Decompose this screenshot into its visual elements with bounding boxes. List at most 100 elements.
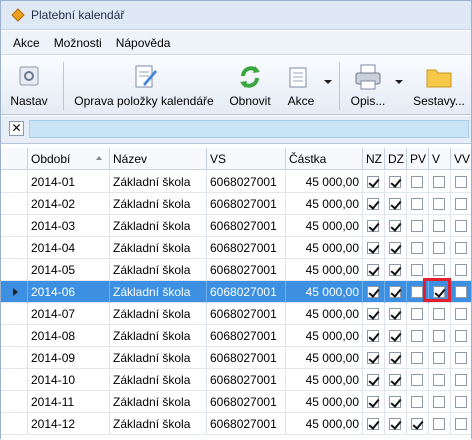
checkbox-vv[interactable] bbox=[455, 330, 467, 342]
cell-nazev[interactable]: Základní škola bbox=[110, 259, 207, 281]
col-header-nz[interactable]: NZ bbox=[363, 148, 385, 170]
checkbox-nz[interactable] bbox=[367, 418, 379, 430]
checkbox-nz[interactable] bbox=[367, 308, 379, 320]
col-header-vs[interactable]: VS bbox=[207, 148, 286, 170]
row-selector[interactable] bbox=[1, 369, 28, 391]
checkbox-vv[interactable] bbox=[455, 418, 467, 430]
cell-obdobi[interactable]: 2014-03 bbox=[28, 215, 110, 237]
opis-button[interactable]: Opis... bbox=[347, 60, 389, 112]
cell-vs[interactable]: 6068027001 bbox=[207, 259, 286, 281]
cell-castka[interactable]: 45 000,00 bbox=[286, 259, 363, 281]
sestavy-button[interactable]: Sestavy... bbox=[411, 60, 467, 112]
cell-castka[interactable]: 45 000,00 bbox=[286, 347, 363, 369]
checkbox-pv[interactable] bbox=[411, 374, 423, 386]
checkbox-pv[interactable] bbox=[411, 286, 423, 298]
cell-nazev[interactable]: Základní škola bbox=[110, 325, 207, 347]
table-row[interactable]: 2014-08 Základní škola 6068027001 45 000,00 bbox=[1, 325, 471, 347]
table-row[interactable]: 2014-01 Základní škola 6068027001 45 000,00 bbox=[1, 171, 471, 193]
cell-castka[interactable]: 45 000,00 bbox=[286, 369, 363, 391]
cell-vs[interactable]: 6068027001 bbox=[207, 347, 286, 369]
cell-nazev[interactable]: Základní škola bbox=[110, 413, 207, 435]
cell-vs[interactable]: 6068027001 bbox=[207, 281, 286, 303]
cell-nazev[interactable]: Základní škola bbox=[110, 215, 207, 237]
akce-dropdown-icon[interactable] bbox=[324, 80, 332, 84]
table-row[interactable]: 2014-02 Základní škola 6068027001 45 000,00 bbox=[1, 193, 471, 215]
cell-obdobi[interactable]: 2014-02 bbox=[28, 193, 110, 215]
col-header-vv[interactable]: VV bbox=[451, 148, 471, 170]
cell-vs[interactable]: 6068027001 bbox=[207, 171, 286, 193]
cell-nazev[interactable]: Základní škola bbox=[110, 237, 207, 259]
cell-castka[interactable]: 45 000,00 bbox=[286, 303, 363, 325]
cell-obdobi[interactable]: 2014-12 bbox=[28, 413, 110, 435]
checkbox-nz[interactable] bbox=[367, 286, 379, 298]
checkbox-v[interactable] bbox=[433, 198, 445, 210]
checkbox-dz[interactable] bbox=[389, 286, 401, 298]
table-row[interactable]: 2014-05 Základní škola 6068027001 45 000,00 bbox=[1, 259, 471, 281]
row-selector[interactable] bbox=[1, 237, 28, 259]
checkbox-nz[interactable] bbox=[367, 198, 379, 210]
checkbox-nz[interactable] bbox=[367, 220, 379, 232]
checkbox-v[interactable] bbox=[433, 220, 445, 232]
col-header-v[interactable]: V bbox=[429, 148, 451, 170]
checkbox-nz[interactable] bbox=[367, 264, 379, 276]
cell-vs[interactable]: 6068027001 bbox=[207, 325, 286, 347]
checkbox-nz[interactable] bbox=[367, 352, 379, 364]
checkbox-nz[interactable] bbox=[367, 176, 379, 188]
checkbox-pv[interactable] bbox=[411, 396, 423, 408]
opis-dropdown-icon[interactable] bbox=[395, 80, 403, 84]
menu-napoveda[interactable]: Nápověda bbox=[116, 36, 171, 50]
checkbox-pv[interactable] bbox=[411, 418, 423, 430]
table-row[interactable]: 2014-03 Základní škola 6068027001 45 000,00 bbox=[1, 215, 471, 237]
cell-nazev[interactable]: Základní škola bbox=[110, 303, 207, 325]
checkbox-dz[interactable] bbox=[389, 352, 401, 364]
col-header-castka[interactable]: Částka bbox=[286, 148, 363, 170]
cell-castka[interactable]: 45 000,00 bbox=[286, 237, 363, 259]
checkbox-v[interactable] bbox=[433, 330, 445, 342]
oprava-button[interactable]: Oprava položky kalendáře bbox=[73, 60, 215, 112]
checkbox-nz[interactable] bbox=[367, 374, 379, 386]
checkbox-pv[interactable] bbox=[411, 220, 423, 232]
checkbox-v[interactable] bbox=[433, 242, 445, 254]
checkbox-vv[interactable] bbox=[455, 374, 467, 386]
checkbox-vv[interactable] bbox=[455, 220, 467, 232]
checkbox-dz[interactable] bbox=[389, 396, 401, 408]
cell-vs[interactable]: 6068027001 bbox=[207, 369, 286, 391]
checkbox-pv[interactable] bbox=[411, 242, 423, 254]
cell-obdobi[interactable]: 2014-01 bbox=[28, 171, 110, 193]
checkbox-dz[interactable] bbox=[389, 374, 401, 386]
checkbox-nz[interactable] bbox=[367, 242, 379, 254]
cell-castka[interactable]: 45 000,00 bbox=[286, 281, 363, 303]
table-row[interactable]: 2014-11 Základní škola 6068027001 45 000,00 bbox=[1, 391, 471, 413]
checkbox-v[interactable] bbox=[433, 176, 445, 188]
row-selector[interactable] bbox=[1, 303, 28, 325]
cell-castka[interactable]: 45 000,00 bbox=[286, 325, 363, 347]
checkbox-pv[interactable] bbox=[411, 176, 423, 188]
cell-castka[interactable]: 45 000,00 bbox=[286, 215, 363, 237]
checkbox-vv[interactable] bbox=[455, 286, 467, 298]
checkbox-vv[interactable] bbox=[455, 308, 467, 320]
cell-nazev[interactable]: Základní škola bbox=[110, 369, 207, 391]
row-selector[interactable] bbox=[1, 391, 28, 413]
cell-obdobi[interactable]: 2014-05 bbox=[28, 259, 110, 281]
cell-vs[interactable]: 6068027001 bbox=[207, 303, 286, 325]
col-header-pv[interactable]: PV bbox=[407, 148, 429, 170]
checkbox-dz[interactable] bbox=[389, 330, 401, 342]
cell-nazev[interactable]: Základní škola bbox=[110, 281, 207, 303]
cell-nazev[interactable]: Základní škola bbox=[110, 171, 207, 193]
row-selector[interactable] bbox=[1, 215, 28, 237]
cell-vs[interactable]: 6068027001 bbox=[207, 391, 286, 413]
table-row[interactable]: 2014-07 Základní škola 6068027001 45 000,00 bbox=[1, 303, 471, 325]
cell-castka[interactable]: 45 000,00 bbox=[286, 413, 363, 435]
clear-filter-icon[interactable]: ✕ bbox=[9, 121, 24, 136]
table-row[interactable]: 2014-09 Základní škola 6068027001 45 000,00 bbox=[1, 347, 471, 369]
col-header-dz[interactable]: DZ bbox=[385, 148, 407, 170]
checkbox-pv[interactable] bbox=[411, 264, 423, 276]
checkbox-v[interactable] bbox=[433, 396, 445, 408]
checkbox-vv[interactable] bbox=[455, 352, 467, 364]
checkbox-pv[interactable] bbox=[411, 308, 423, 320]
checkbox-vv[interactable] bbox=[455, 198, 467, 210]
cell-nazev[interactable]: Základní škola bbox=[110, 391, 207, 413]
table-row[interactable]: 2014-06 Základní škola 6068027001 45 000,00 bbox=[1, 281, 471, 303]
row-selector[interactable] bbox=[1, 347, 28, 369]
cell-obdobi[interactable]: 2014-08 bbox=[28, 325, 110, 347]
